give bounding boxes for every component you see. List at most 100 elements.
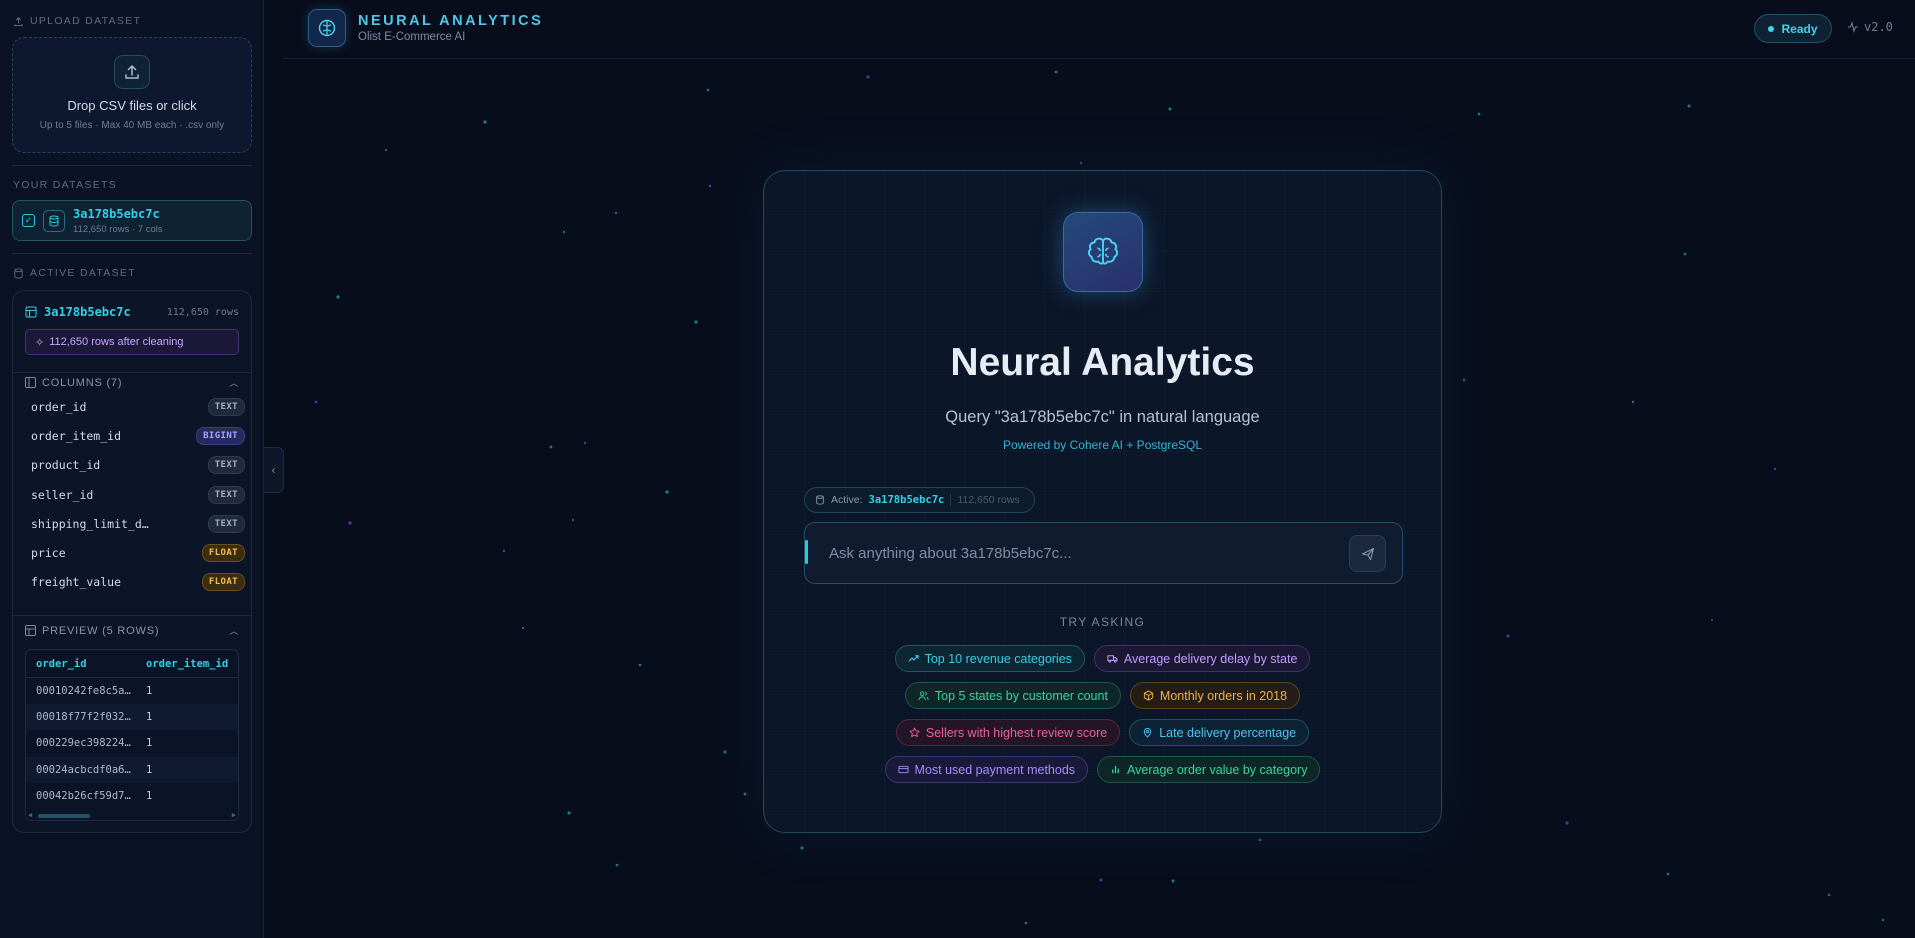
table-row: 00024acbcdf0a6… 1 xyxy=(26,756,238,783)
sparkle-icon: ✧ xyxy=(35,336,45,349)
divider xyxy=(950,494,952,506)
type-badge: BIGINT xyxy=(196,426,245,445)
bar-chart-icon xyxy=(1112,765,1119,774)
divider xyxy=(13,615,251,616)
send-icon xyxy=(1361,547,1374,560)
suggestion-chip[interactable]: Top 10 revenue categories xyxy=(894,645,1085,672)
chevron-up-icon: ︿ xyxy=(229,626,239,636)
columns-header[interactable]: COLUMNS (7) ︿ xyxy=(25,376,239,389)
datasets-section-label: YOUR DATASETS xyxy=(13,179,118,191)
sidebar: UPLOAD DATASET Drop CSV files or click U… xyxy=(0,0,264,938)
package-icon xyxy=(1143,690,1154,701)
send-button[interactable] xyxy=(1349,535,1386,572)
suggestion-row: Most used payment methods Average order … xyxy=(764,756,1441,783)
app-subtitle: Olist E-Commerce AI xyxy=(358,31,466,43)
columns-list: order_id TEXT order_item_id BIGINT product… xyxy=(13,392,251,597)
dataset-checkbox[interactable]: ✓ xyxy=(22,214,35,227)
status-dot-icon xyxy=(1768,25,1775,32)
active-dataset-panel: 3a178b5ebc7c 112,650 rows ✧ 112,650 rows… xyxy=(12,290,252,833)
query-box xyxy=(804,522,1403,584)
scroll-left-icon[interactable]: ◀ xyxy=(28,811,32,819)
sidebar-collapse-button[interactable]: ‹ xyxy=(264,447,284,493)
map-pin-icon xyxy=(1144,727,1152,738)
table-icon xyxy=(25,625,36,636)
brain-icon xyxy=(1063,212,1143,292)
users-icon xyxy=(918,691,929,701)
active-dataset-name: 3a178b5ebc7c xyxy=(25,305,131,319)
welcome-card: Neural Analytics Query "3a178b5ebc7c" in… xyxy=(763,170,1442,833)
suggestion-chip[interactable]: Top 5 states by customer count xyxy=(904,682,1121,709)
suggestion-chip[interactable]: Late delivery percentage xyxy=(1129,719,1310,746)
upload-arrow-icon xyxy=(114,55,150,89)
column-item[interactable]: price FLOAT xyxy=(13,538,251,567)
dataset-name: 3a178b5ebc7c xyxy=(73,206,160,221)
suggestion-chip[interactable]: Most used payment methods xyxy=(884,756,1089,783)
column-item[interactable]: seller_id TEXT xyxy=(13,480,251,509)
credit-card-icon xyxy=(897,765,909,774)
column-item[interactable]: order_item_id BIGINT xyxy=(13,421,251,450)
type-badge: FLOAT xyxy=(201,573,245,592)
database-icon xyxy=(14,267,23,279)
chevron-left-icon: ‹ xyxy=(271,463,276,477)
table-header-row: order_id order_item_id xyxy=(26,650,238,678)
type-badge: TEXT xyxy=(207,456,245,475)
horizontal-scrollbar[interactable]: ◀ ▶ xyxy=(26,811,238,820)
table-icon xyxy=(25,306,37,318)
upload-icon xyxy=(14,16,23,26)
powered-by: Powered by Cohere AI + PostgreSQL xyxy=(1002,438,1203,452)
table-row: 000229ec398224… 1 xyxy=(36,737,153,750)
app-title: NEURAL ANALYTICS xyxy=(358,13,544,29)
suggestion-row: Sellers with highest review score Late d… xyxy=(764,719,1441,746)
database-icon xyxy=(816,495,824,505)
type-badge: FLOAT xyxy=(201,544,245,563)
suggestion-row: Top 10 revenue categories Average delive… xyxy=(764,645,1441,672)
column-item[interactable]: freight_value FLOAT xyxy=(13,568,251,597)
upload-title: Drop CSV files or click xyxy=(67,98,197,113)
top-bar: NEURAL ANALYTICS Olist E-Commerce AI Rea… xyxy=(282,0,1915,59)
columns-icon xyxy=(25,377,36,388)
suggestion-chip[interactable]: Sellers with highest review score xyxy=(895,719,1121,746)
type-badge: TEXT xyxy=(207,514,245,533)
scroll-right-icon[interactable]: ▶ xyxy=(232,811,236,819)
main-subtitle: Query "3a178b5ebc7c" in natural language xyxy=(945,408,1260,426)
table-row: 00010242fe8c5a… 1 xyxy=(36,685,153,698)
suggestion-chip[interactable]: Average delivery delay by state xyxy=(1093,645,1311,672)
chevron-up-icon: ︿ xyxy=(229,378,239,388)
active-dataset-rows: 112,650 rows xyxy=(166,306,239,318)
column-item[interactable]: product_id TEXT xyxy=(13,451,251,480)
cleaning-badge: ✧ 112,650 rows after cleaning xyxy=(25,329,239,355)
dataset-item[interactable]: ✓ 3a178b5ebc7c 112,650 rows · 7 cols xyxy=(12,200,252,241)
suggestion-chip[interactable]: Average order value by category xyxy=(1097,756,1321,783)
try-asking-label: TRY ASKING xyxy=(1059,615,1146,629)
upload-dropzone[interactable]: Drop CSV files or click Up to 5 files · … xyxy=(12,37,252,153)
divider xyxy=(13,372,251,373)
scroll-thumb[interactable] xyxy=(38,814,90,818)
column-item[interactable]: shipping_limit_d… TEXT xyxy=(13,509,251,538)
upload-subtitle: Up to 5 files · Max 40 MB each · .csv on… xyxy=(39,120,225,131)
star-icon xyxy=(909,727,920,738)
database-icon xyxy=(43,209,65,232)
main-title: Neural Analytics xyxy=(950,341,1255,384)
suggestion-chip[interactable]: Monthly orders in 2018 xyxy=(1129,682,1301,709)
divider xyxy=(12,165,252,166)
type-badge: TEXT xyxy=(207,485,245,504)
preview-table[interactable]: order_id order_item_id 00010242fe8c5a… 1 … xyxy=(25,649,239,821)
suggestion-row: Top 5 states by customer count Monthly o… xyxy=(764,682,1441,709)
truck-icon xyxy=(1107,655,1118,663)
status-badge: Ready xyxy=(1754,14,1832,43)
brain-icon xyxy=(308,9,346,47)
dataset-meta: 112,650 rows · 7 cols xyxy=(73,223,163,235)
activity-icon xyxy=(1848,21,1858,33)
brand: NEURAL ANALYTICS Olist E-Commerce AI xyxy=(308,9,543,47)
upload-section-label: UPLOAD DATASET xyxy=(13,13,141,29)
input-focus-indicator xyxy=(805,540,808,564)
type-badge: TEXT xyxy=(207,397,245,416)
trend-up-icon xyxy=(908,655,919,662)
preview-header[interactable]: PREVIEW (5 ROWS) ︿ xyxy=(25,624,239,637)
version-label: v2.0 xyxy=(1847,20,1893,34)
query-input[interactable] xyxy=(829,541,1329,565)
divider xyxy=(12,253,252,254)
column-item[interactable]: order_id TEXT xyxy=(13,392,251,421)
table-row: 00018f77f2f032… 1 xyxy=(26,704,238,731)
active-dataset-pill: Active: 3a178b5ebc7c 112,650 rows xyxy=(804,487,1035,513)
